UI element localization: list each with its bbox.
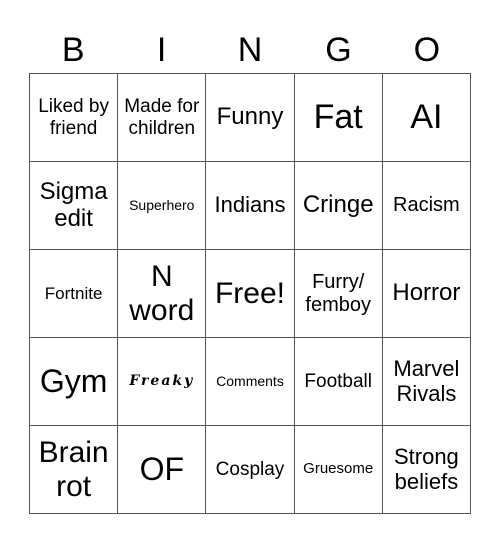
bingo-cell[interactable]: Strong beliefs — [382, 426, 471, 514]
bingo-cell[interactable]: Furry/ femboy — [294, 250, 383, 338]
bingo-cell[interactable]: Fortnite — [30, 250, 119, 338]
bingo-cell[interactable]: Gym — [30, 338, 119, 426]
header-letter-n: N — [237, 31, 263, 69]
bingo-cell[interactable]: Funny — [206, 74, 295, 162]
bingo-cell[interactable]: Football — [294, 338, 383, 426]
bingo-cell[interactable]: Indians — [206, 162, 295, 250]
bingo-cell[interactable]: Cringe — [294, 162, 383, 250]
bingo-card-grid: Liked by friend Made for children Funny … — [29, 73, 471, 514]
header-letter-i: I — [156, 31, 167, 69]
bingo-cell[interactable]: Comments — [206, 338, 295, 426]
bingo-cell[interactable]: Marvel Rivals — [382, 338, 471, 426]
bingo-cell[interactable]: AI — [382, 74, 471, 162]
bingo-cell[interactable]: N word — [118, 250, 207, 338]
bingo-cell[interactable]: Racism — [382, 162, 471, 250]
bingo-cell[interactable]: Gruesome — [294, 426, 383, 514]
bingo-cell[interactable]: OF — [118, 426, 207, 514]
bingo-cell[interactable]: Horror — [382, 250, 471, 338]
bingo-cell[interactable]: Superhero — [118, 162, 207, 250]
bingo-cell[interactable]: Made for children — [118, 74, 207, 162]
header-letter-b: B — [61, 31, 85, 69]
bingo-header: B I N G O — [29, 28, 471, 73]
bingo-cell[interactable]: Cosplay — [206, 426, 295, 514]
bingo-cell[interactable]: Liked by friend — [30, 74, 119, 162]
free-space-cell[interactable]: Free! — [206, 250, 295, 338]
bingo-cell[interactable]: Fat — [294, 74, 383, 162]
bingo-cell[interactable]: Brain rot — [30, 426, 119, 514]
bingo-cell[interactable]: Freaky — [118, 338, 207, 426]
header-letter-o: O — [413, 31, 441, 69]
header-letter-g: G — [325, 31, 352, 69]
bingo-cell[interactable]: Sigma edit — [30, 162, 119, 250]
